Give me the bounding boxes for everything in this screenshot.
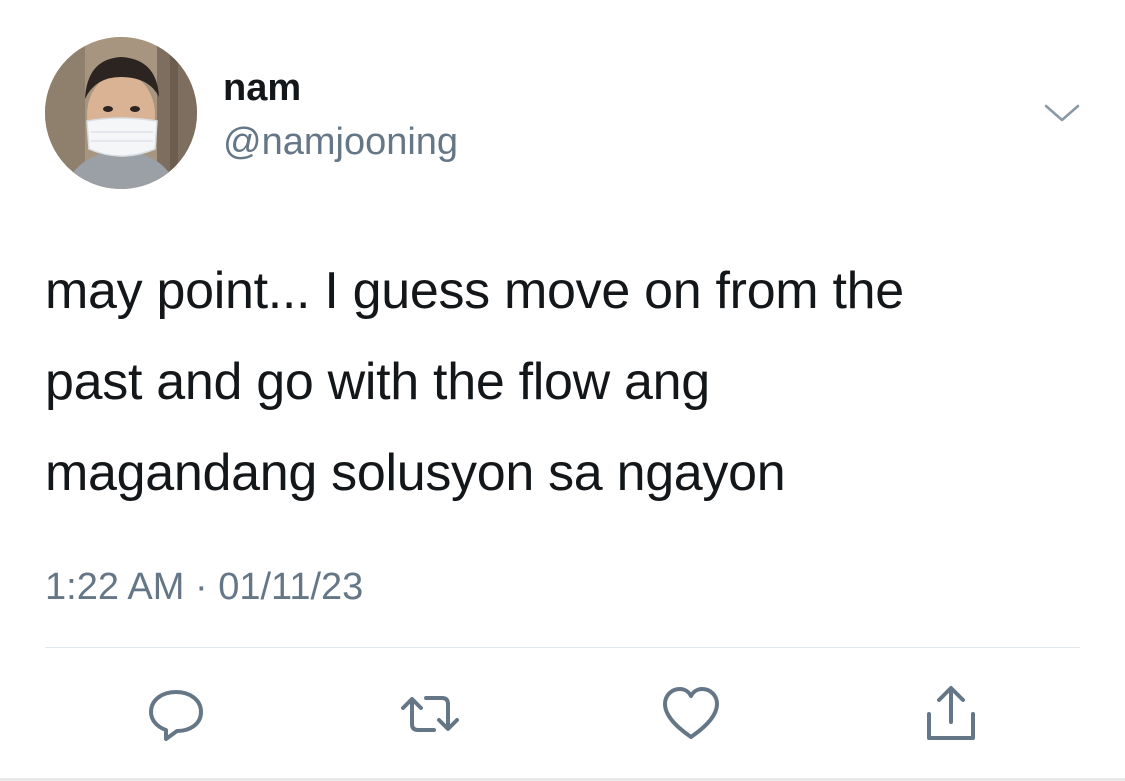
reply-icon bbox=[149, 690, 203, 741]
share-icon bbox=[927, 686, 975, 740]
avatar-photo bbox=[45, 37, 197, 189]
tweet-timestamp[interactable]: 1:22 AM · 01/11/23 bbox=[45, 563, 363, 611]
like-button[interactable] bbox=[661, 684, 721, 744]
retweet-button[interactable] bbox=[400, 684, 460, 744]
user-handle[interactable]: @namjooning bbox=[223, 120, 458, 164]
tweet-card: nam @namjooning may point... I guess mov… bbox=[0, 0, 1125, 781]
reply-button[interactable] bbox=[146, 684, 206, 744]
avatar[interactable] bbox=[45, 37, 197, 189]
display-name[interactable]: nam bbox=[223, 66, 301, 110]
share-button[interactable] bbox=[921, 684, 981, 744]
retweet-icon bbox=[401, 696, 459, 732]
tweet-text: may point... I guess move on from the pa… bbox=[45, 262, 904, 502]
like-icon bbox=[663, 687, 719, 739]
chevron-down-icon[interactable] bbox=[1040, 96, 1084, 132]
divider bbox=[45, 647, 1080, 648]
